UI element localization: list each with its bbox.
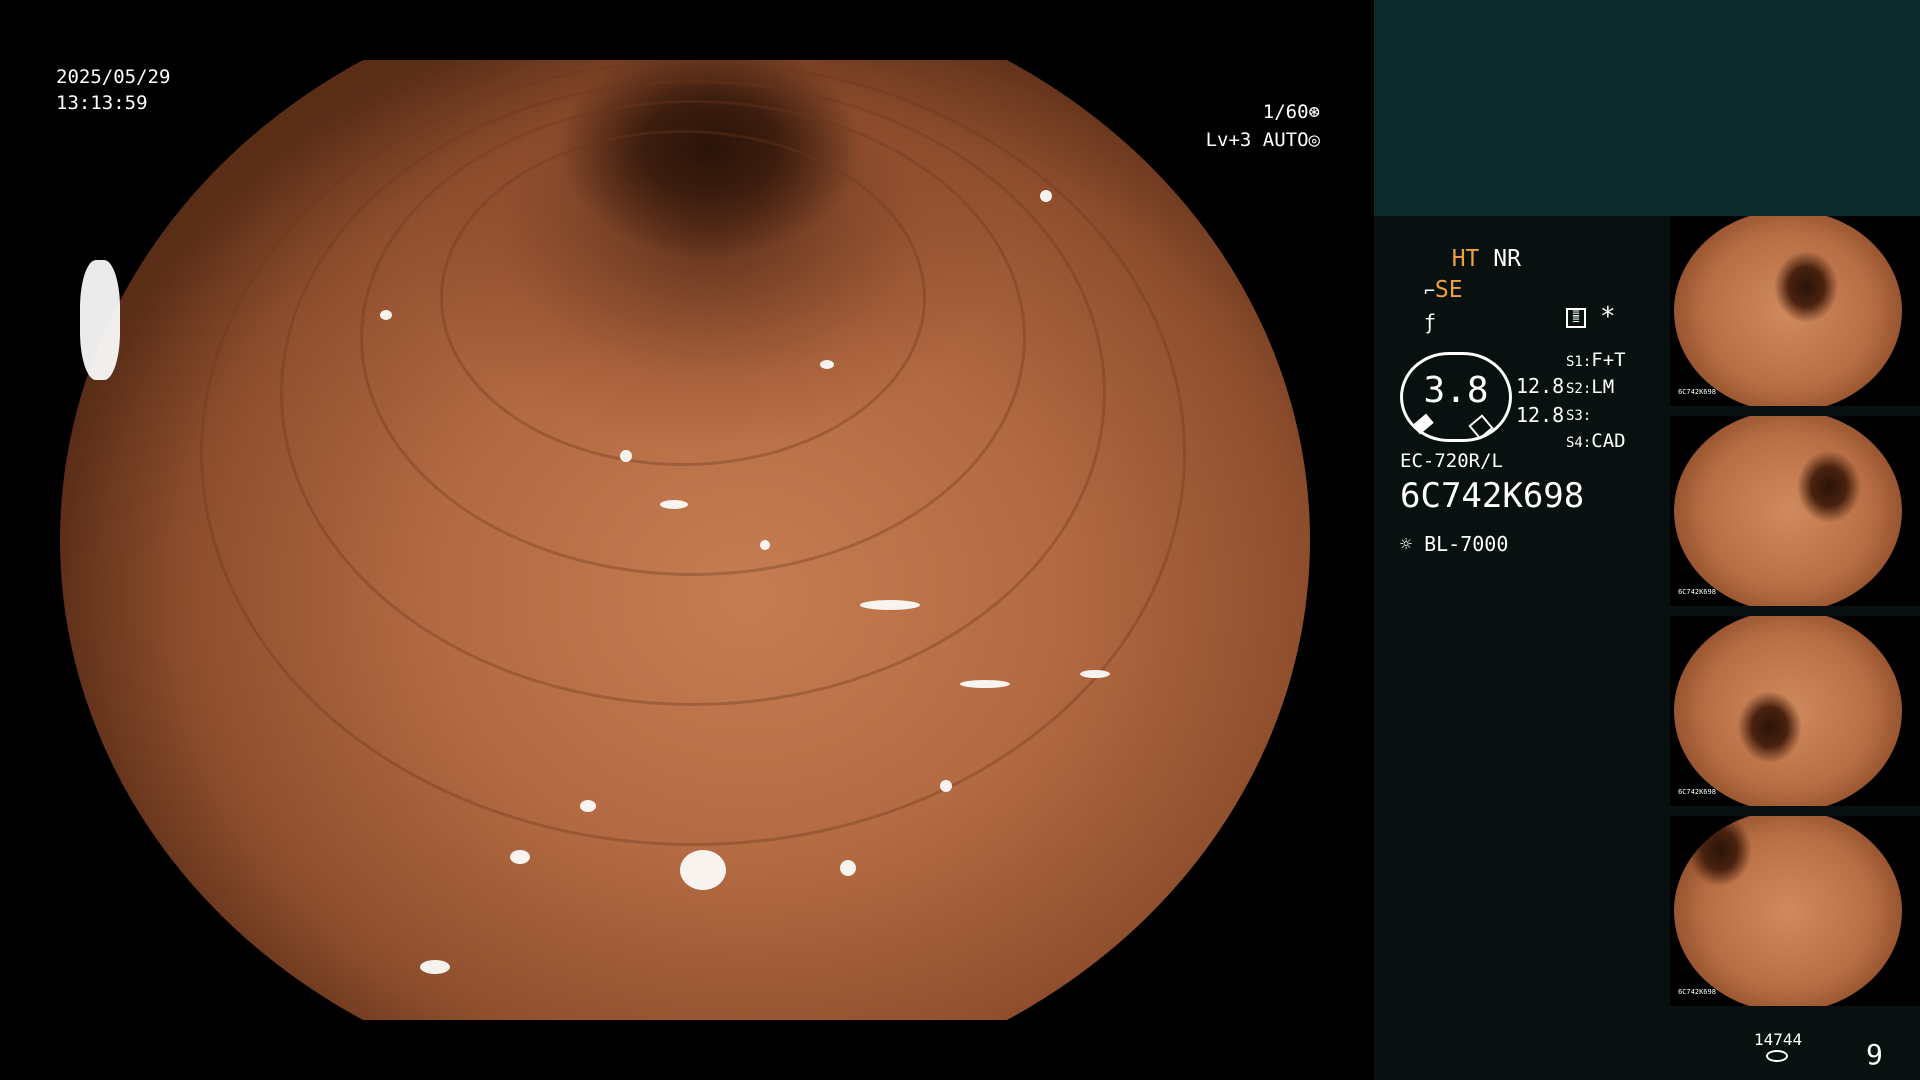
date-time-display: 2025/05/29 13:13:59 [56,64,170,116]
mode-se: SE [1434,277,1463,303]
readout-2: 12.8 [1516,403,1565,427]
date-text: 2025/05/29 [56,66,171,88]
capture-thumbnail[interactable]: 6C742K698 [1670,416,1920,606]
colon-lumen-image [60,60,1310,1020]
readout-1: 12.8 [1516,374,1565,398]
processing-modes: HT NR ⌐SE ƒ [1424,244,1521,338]
thumbnail-label: 6C742K698 [1678,388,1716,396]
time-text: 13:13:59 [56,92,148,114]
switch-key: S4: [1566,435,1592,451]
enhance-icon: ⌐ [1424,281,1435,302]
side-panel-header [1374,0,1920,216]
capture-thumbnail[interactable]: 6C742K698 [1670,816,1920,1006]
light-source: ☼ BL-7000 [1400,532,1508,556]
light-source-label: BL-7000 [1424,532,1509,556]
scope-serial: 6C742K698 [1400,476,1585,516]
scope-model: EC-720R/L [1400,450,1503,472]
mode-nr: NR [1493,246,1521,272]
image-counter: 14744 [1754,1030,1803,1049]
endoscope-view [60,60,1310,1020]
thumbnail-label: 6C742K698 [1678,788,1716,796]
page-number: 9 [1866,1038,1883,1071]
switch-assignments: S1:F+T S2:LM S3: S4:CAD [1566,348,1626,456]
thumbnail-label: 6C742K698 [1678,588,1716,596]
level-text: Lv+3 AUTO [1205,129,1309,151]
switch-key: S1: [1566,354,1592,370]
switch-value: F+T [1591,349,1626,371]
mode-ht: HT [1451,246,1480,272]
menu-icon: ≡ ≡ [1566,307,1586,328]
switch-value: CAD [1591,430,1626,452]
switch-key: S2: [1566,381,1592,397]
numeric-readouts: 12.8 12.8 [1516,372,1564,430]
disk-icon [1766,1050,1788,1062]
switch-value: LM [1591,376,1615,398]
capture-thumbnail[interactable]: 6C742K698 [1670,616,1920,806]
thumbnail-label: 6C742K698 [1678,988,1716,996]
auto-iris-icon: ◎ [1308,129,1320,151]
exposure-readout: 1/60⊛ Lv+3 AUTO◎ [1206,98,1320,154]
switch-key: S3: [1566,408,1592,424]
capture-thumbnail[interactable]: 6C742K698 [1670,216,1920,406]
freeze-icon: ƒ [1424,310,1437,334]
aperture-icon: ⊛ [1308,101,1320,123]
gauge-value: 3.8 [1423,370,1489,411]
sun-icon: ☼ [1400,532,1413,556]
shutter-speed: 1/60 [1262,101,1309,123]
asterisk-marker: * [1600,302,1616,332]
